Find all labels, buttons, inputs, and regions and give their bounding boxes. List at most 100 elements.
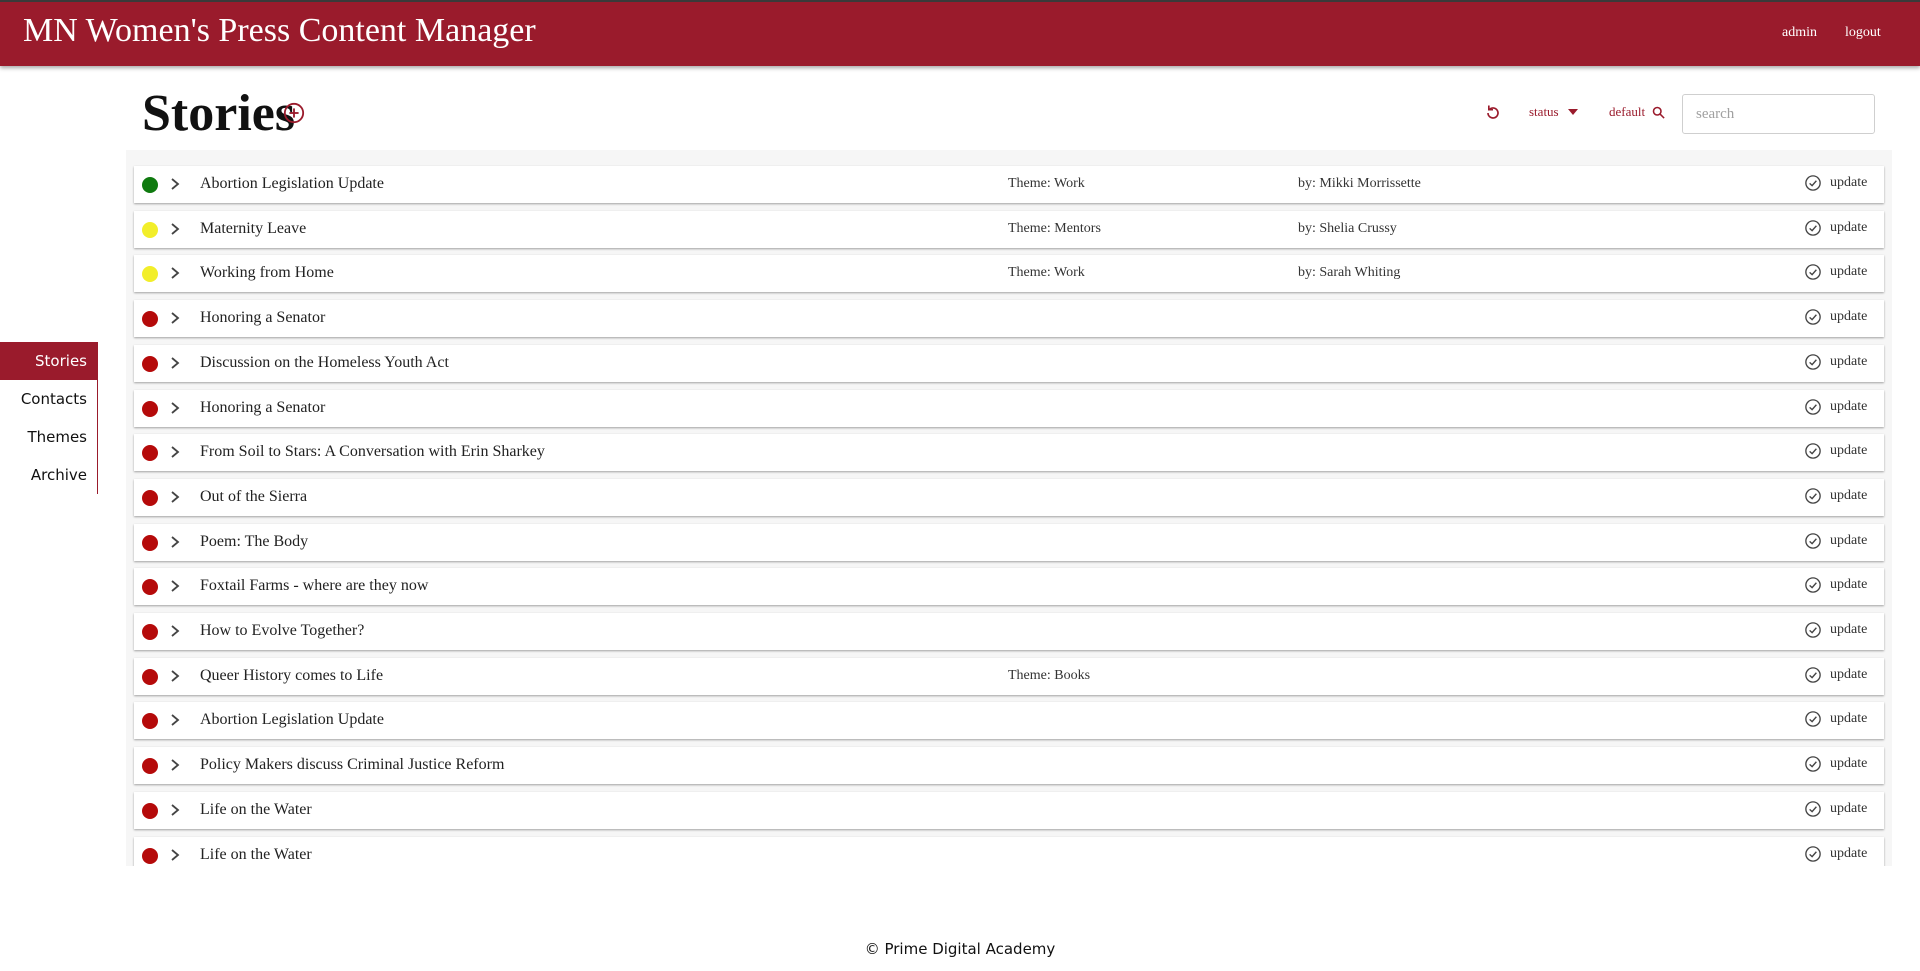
story-row[interactable]: Foxtail Farms - where are they now update <box>134 568 1884 606</box>
update-button[interactable]: update <box>1804 845 1867 863</box>
status-indicator <box>142 579 158 596</box>
update-button[interactable]: update <box>1804 398 1867 416</box>
chevron-right-icon[interactable] <box>168 311 182 325</box>
update-button[interactable]: update <box>1804 800 1867 818</box>
story-title: Life on the Water <box>200 800 312 818</box>
sort-filter[interactable]: default <box>1609 104 1666 120</box>
update-label: update <box>1830 756 1868 772</box>
chevron-right-icon[interactable] <box>168 222 182 236</box>
update-button[interactable]: update <box>1804 666 1867 684</box>
story-row[interactable]: From Soil to Stars: A Conversation with … <box>134 434 1884 472</box>
story-row[interactable]: Life on the Water update <box>134 791 1884 829</box>
update-label: update <box>1830 666 1868 682</box>
story-title: From Soil to Stars: A Conversation with … <box>200 443 545 461</box>
status-indicator <box>142 400 158 417</box>
chevron-right-icon[interactable] <box>168 669 182 683</box>
app-title: MN Women's Press Content Manager <box>23 12 536 49</box>
update-button[interactable]: update <box>1804 755 1867 773</box>
chevron-right-icon[interactable] <box>168 490 182 504</box>
top-app-bar: MN Women's Press Content Manager admin l… <box>0 0 1920 66</box>
chevron-right-icon[interactable] <box>168 356 182 370</box>
update-button[interactable]: update <box>1804 487 1867 505</box>
story-row[interactable]: Poem: The Body update <box>134 523 1884 561</box>
chevron-right-icon[interactable] <box>168 535 182 549</box>
status-indicator <box>142 668 158 685</box>
chevron-right-icon[interactable] <box>168 266 182 280</box>
story-theme: Theme: Work <box>1008 265 1085 281</box>
update-button[interactable]: update <box>1804 219 1867 237</box>
update-button[interactable]: update <box>1804 621 1867 639</box>
sidebar-item-stories[interactable]: Stories <box>0 342 97 380</box>
update-button[interactable]: update <box>1804 263 1867 281</box>
chevron-right-icon[interactable] <box>168 579 182 593</box>
story-row[interactable]: Working from Home Theme: Work by: Sarah Wh… <box>134 255 1884 293</box>
update-label: update <box>1830 219 1868 235</box>
update-label: update <box>1830 309 1868 325</box>
story-row[interactable]: Queer History comes to Life Theme: Books u… <box>134 657 1884 695</box>
update-button[interactable]: update <box>1804 442 1867 460</box>
status-filter[interactable]: status <box>1529 104 1579 120</box>
update-label: update <box>1830 845 1868 861</box>
chevron-right-icon[interactable] <box>168 401 182 415</box>
check-circle-icon <box>1805 666 1821 683</box>
search-input[interactable] <box>1682 94 1875 134</box>
story-row[interactable]: Honoring a Senator update <box>134 300 1884 338</box>
check-circle-icon <box>1805 711 1821 728</box>
story-row[interactable]: Abortion Legislation Update Theme: Work by… <box>134 166 1884 203</box>
story-row[interactable]: Life on the Water update <box>134 836 1884 866</box>
story-theme: Theme: Mentors <box>1008 220 1101 236</box>
status-indicator <box>142 311 158 328</box>
sidebar-item-themes[interactable]: Themes <box>0 418 97 456</box>
add-story-button[interactable] <box>283 102 305 124</box>
story-list: Abortion Legislation Update Theme: Work by… <box>126 150 1892 866</box>
update-button[interactable]: update <box>1804 532 1867 550</box>
chevron-right-icon[interactable] <box>168 848 182 862</box>
sidebar-item-contacts[interactable]: Contacts <box>0 380 97 418</box>
update-label: update <box>1830 711 1868 727</box>
update-button[interactable]: update <box>1804 353 1867 371</box>
story-row[interactable]: Discussion on the Homeless Youth Act upda… <box>134 344 1884 382</box>
update-label: update <box>1830 264 1868 280</box>
refresh-button[interactable] <box>1483 103 1503 123</box>
update-button[interactable]: update <box>1804 174 1867 192</box>
logout-link[interactable]: logout <box>1845 25 1881 41</box>
update-button[interactable]: update <box>1804 576 1867 594</box>
update-button[interactable]: update <box>1804 710 1867 728</box>
update-label: update <box>1830 353 1868 369</box>
story-row[interactable]: Abortion Legislation Update update <box>134 702 1884 740</box>
update-label: update <box>1830 800 1868 816</box>
update-label: update <box>1830 622 1868 637</box>
chevron-right-icon[interactable] <box>168 713 182 727</box>
story-title: Working from Home <box>200 264 334 282</box>
update-label: update <box>1830 175 1868 190</box>
admin-link[interactable]: admin <box>1782 25 1817 41</box>
chevron-right-icon[interactable] <box>168 624 182 638</box>
status-indicator <box>142 534 158 551</box>
story-author: by: Shelia Crussy <box>1298 220 1397 236</box>
chevron-right-icon[interactable] <box>168 803 182 817</box>
status-indicator <box>142 266 158 283</box>
update-label: update <box>1830 398 1868 414</box>
update-button[interactable]: update <box>1804 308 1867 326</box>
sort-filter-label: default <box>1609 104 1646 119</box>
check-circle-icon <box>1805 219 1821 236</box>
update-label: update <box>1830 532 1868 548</box>
story-title: Queer History comes to Life <box>200 666 384 684</box>
story-row[interactable]: Policy Makers discuss Criminal Justice R… <box>134 747 1884 785</box>
story-title: Discussion on the Homeless Youth Act <box>200 353 449 371</box>
story-theme: Theme: Work <box>1008 176 1085 191</box>
story-row[interactable]: Maternity Leave Theme: Mentors by: Shelia … <box>134 210 1884 248</box>
refresh-icon <box>1487 105 1499 119</box>
story-title: Honoring a Senator <box>200 309 326 327</box>
chevron-right-icon[interactable] <box>168 758 182 772</box>
chevron-right-icon[interactable] <box>168 445 182 459</box>
check-circle-icon <box>1805 532 1821 549</box>
update-label: update <box>1830 487 1868 503</box>
story-row[interactable]: Out of the Sierra update <box>134 478 1884 516</box>
chevron-right-icon[interactable] <box>168 177 182 191</box>
story-row[interactable]: How to Evolve Together? update <box>134 613 1884 650</box>
story-row[interactable]: Honoring a Senator update <box>134 389 1884 427</box>
status-filter-label: status <box>1529 104 1559 119</box>
sidebar-item-archive[interactable]: Archive <box>0 456 97 494</box>
update-label: update <box>1830 443 1868 459</box>
